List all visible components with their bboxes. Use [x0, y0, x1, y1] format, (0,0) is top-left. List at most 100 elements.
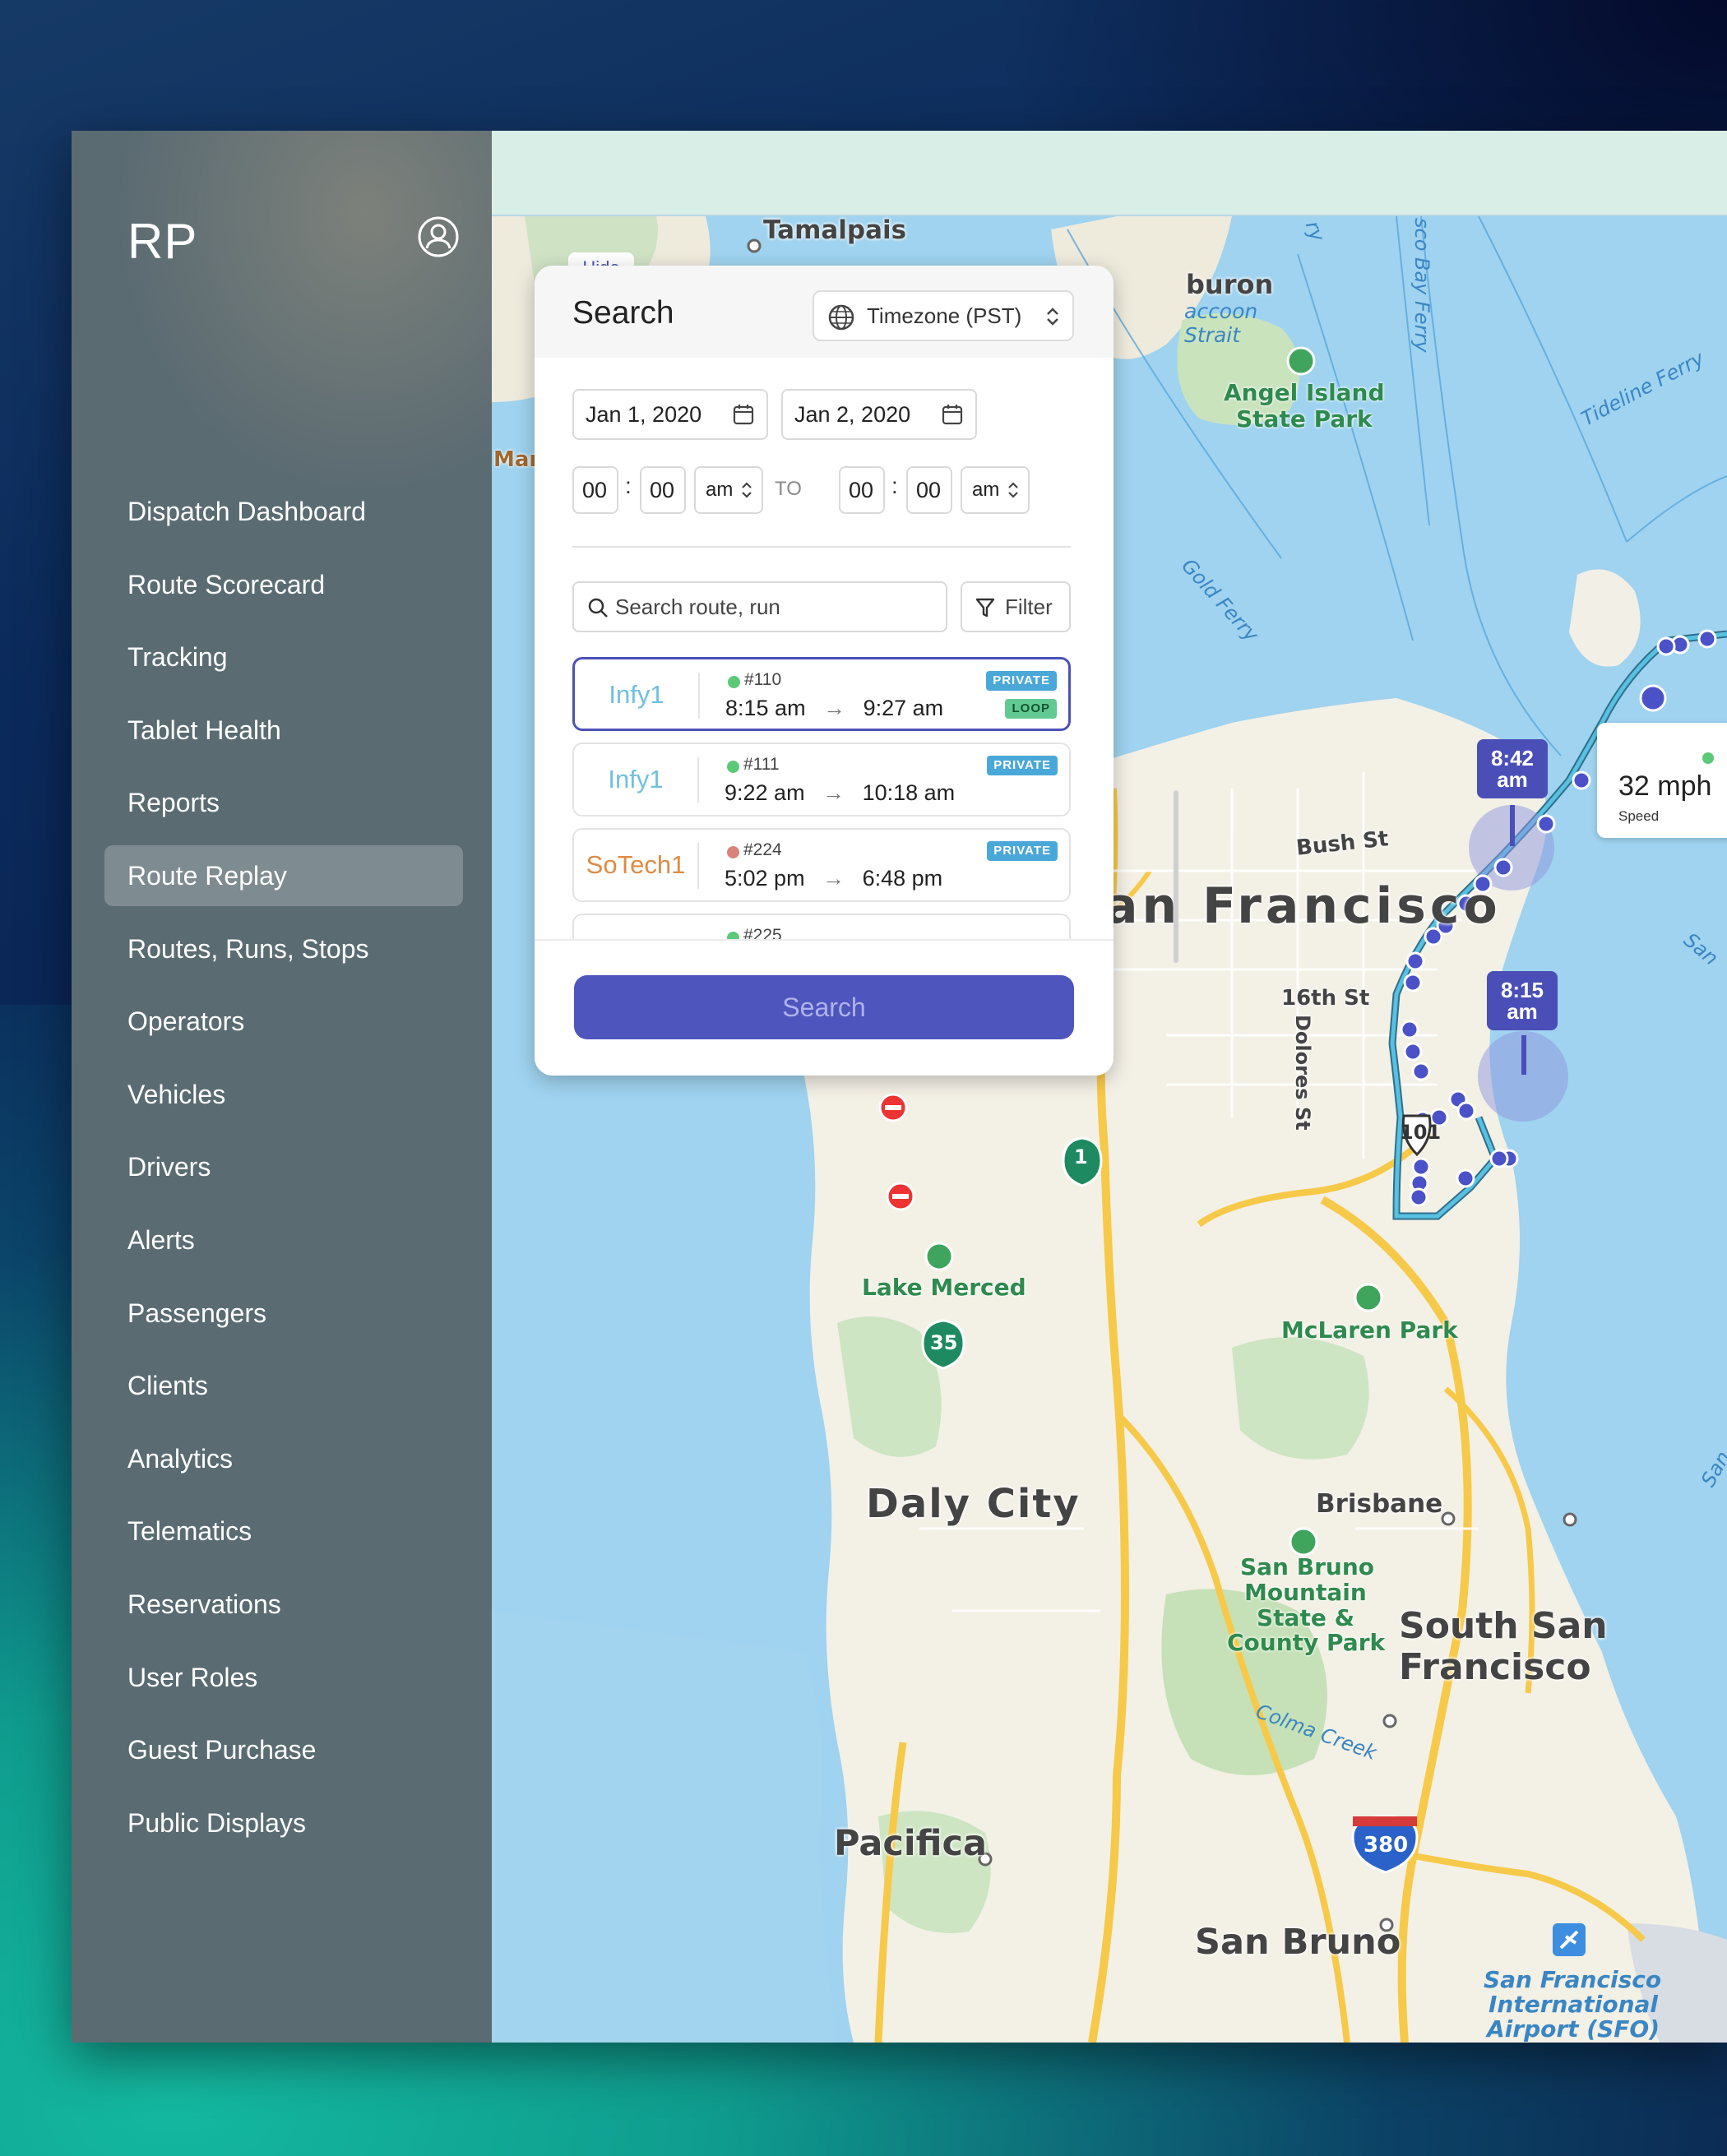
sidebar-item-operators[interactable]: Operators	[104, 991, 463, 1052]
route-end-time: 9:27 am	[863, 696, 944, 720]
chevron-updown-icon	[1047, 308, 1058, 326]
map-label-south-sf-1: South San	[1399, 1605, 1608, 1647]
sidebar-item-reservations[interactable]: Reservations	[104, 1574, 463, 1635]
route-card-separator	[698, 673, 700, 719]
route-name: SoTech1	[586, 850, 686, 879]
sidebar-item-label: Alerts	[127, 1224, 195, 1255]
sidebar-item-label: Dispatch Dashboard	[127, 497, 366, 526]
route-times: 8:15 am → 9:27 am	[725, 696, 943, 721]
map-label-16th-st: 16th St	[1281, 986, 1370, 1011]
map-label-tamalpais: Tamalpais	[763, 215, 907, 245]
sidebar-item-analytics[interactable]: Analytics	[104, 1428, 463, 1489]
sidebar-item-drivers[interactable]: Drivers	[104, 1136, 463, 1197]
speed-card: 32 mph Speed	[1597, 723, 1727, 838]
start-date-field[interactable]: Jan 1, 2020	[572, 389, 768, 440]
filter-button[interactable]: Filter	[961, 581, 1071, 632]
route-times: 5:02 pm → 6:48 pm	[725, 866, 942, 891]
interstate-380-shield: 380	[1364, 1833, 1409, 1858]
map-label-lake-merced: Lake Merced	[862, 1274, 1026, 1301]
map-label-san-francisco: an Francisco	[1104, 877, 1502, 935]
us-101-shield: 101	[1400, 1121, 1442, 1144]
filter-icon	[975, 598, 995, 618]
end-hour-value: 00	[849, 478, 874, 502]
start-minute-input[interactable]: 00	[640, 466, 686, 514]
highway-35-shield: 35	[930, 1331, 958, 1354]
sidebar-item-routes-runs-stops[interactable]: Routes, Runs, Stops	[104, 918, 463, 979]
map-label-san-bruno-mtn-2: Mountain	[1244, 1579, 1367, 1606]
route-list-item[interactable]: Infy1 #111 9:22 am → 10:18 am PRIVATE	[572, 743, 1071, 817]
sidebar-item-label: Drivers	[127, 1152, 211, 1182]
route-search-placeholder: Search route, run	[615, 595, 780, 619]
sidebar-item-vehicles[interactable]: Vehicles	[104, 1064, 463, 1125]
sidebar-item-public-displays[interactable]: Public Displays	[104, 1793, 463, 1853]
search-panel-title: Search	[572, 295, 674, 331]
sidebar-item-user-roles[interactable]: User Roles	[104, 1647, 463, 1708]
start-ampm-select[interactable]: am	[694, 466, 763, 514]
route-name: Infy1	[609, 680, 664, 709]
map-label-bay-ferry: sco Bay Ferry	[1410, 218, 1433, 353]
map-label-raccoon: accoon	[1184, 299, 1258, 323]
private-badge: PRIVATE	[986, 671, 1057, 691]
start-minute-value: 00	[650, 478, 675, 502]
sidebar-item-tracking[interactable]: Tracking	[104, 627, 463, 687]
end-ampm-select[interactable]: am	[961, 466, 1030, 514]
map-label-angel-island: Angel Island	[1224, 379, 1385, 406]
end-hour-input[interactable]: 00	[839, 466, 885, 514]
search-button[interactable]: Search	[574, 975, 1074, 1039]
sidebar-item-alerts[interactable]: Alerts	[104, 1210, 463, 1270]
vehicle-time-flag[interactable]: 8:15 am	[1487, 971, 1558, 1030]
search-panel-footer: Search	[535, 939, 1114, 1076]
sidebar-item-label: Tracking	[127, 642, 228, 673]
map-label-san-bruno-mtn-4: County Park	[1227, 1629, 1386, 1656]
map-label-state-park: State Park	[1236, 405, 1373, 433]
sidebar-item-passengers[interactable]: Passengers	[104, 1283, 463, 1344]
sidebar-item-label: Reservations	[127, 1589, 281, 1619]
map-label-pacifica: Pacifica	[834, 1823, 987, 1864]
sidebar-item-route-replay[interactable]: Route Replay	[104, 844, 463, 906]
sidebar-item-label: Analytics	[127, 1443, 234, 1474]
route-list-item[interactable]: Infy1 #110 8:15 am → 9:27 am PRIVATE LOO…	[572, 657, 1071, 731]
time-flag-ampm: am	[1497, 767, 1528, 792]
sidebar-item-route-scorecard[interactable]: Route Scorecard	[104, 554, 463, 615]
sidebar-item-label: User Roles	[127, 1662, 258, 1692]
sidebar-item-label: Reports	[127, 788, 220, 818]
route-list-item[interactable]: SoTech1 #224 5:02 pm → 6:48 pm PRIVATE	[572, 828, 1071, 902]
map-label-tiburon: buron	[1186, 269, 1274, 300]
chevron-updown-icon	[1008, 482, 1018, 498]
sidebar-item-label: Clients	[127, 1371, 208, 1401]
route-status-dot	[728, 676, 740, 688]
end-minute-input[interactable]: 00	[906, 466, 952, 514]
end-date-field[interactable]: Jan 2, 2020	[781, 389, 977, 440]
calendar-icon	[733, 405, 754, 425]
sidebar-item-tablet-health[interactable]: Tablet Health	[104, 700, 463, 761]
app-window: RP Dispatch Dashboard Route Scorecard Tr…	[72, 131, 1727, 2043]
map-label-sfo-1: San Francisco	[1484, 1966, 1662, 1993]
globe-icon	[828, 304, 854, 331]
sidebar-item-reports[interactable]: Reports	[104, 772, 463, 833]
sidebar-item-guest-purchase[interactable]: Guest Purchase	[104, 1719, 463, 1780]
route-card-separator	[697, 757, 699, 803]
private-badge: PRIVATE	[987, 841, 1058, 861]
vehicle-time-flag[interactable]: 8:42 am	[1477, 739, 1548, 798]
sidebar-item-label: Routes, Runs, Stops	[127, 933, 369, 964]
route-search-input[interactable]: Search route, run	[572, 581, 947, 632]
user-profile-icon[interactable]	[417, 215, 460, 258]
timezone-select[interactable]: Timezone (PST)	[813, 290, 1074, 341]
route-name: Infy1	[608, 765, 664, 793]
start-hour-input[interactable]: 00	[572, 466, 618, 514]
map-label-marin: Mar	[493, 447, 540, 472]
timezone-label: Timezone (PST)	[867, 303, 1022, 328]
search-icon	[588, 598, 608, 618]
end-date-value: Jan 2, 2020	[794, 402, 911, 427]
sidebar-item-clients[interactable]: Clients	[104, 1355, 463, 1416]
time-colon: :	[891, 473, 898, 498]
highway-1-shield: 1	[1074, 1145, 1088, 1168]
sidebar-item-telematics[interactable]: Telematics	[104, 1501, 463, 1561]
route-times: 9:22 am → 10:18 am	[725, 780, 955, 806]
route-list-scrollbar[interactable]	[1174, 790, 1178, 963]
sidebar-item-dispatch-dashboard[interactable]: Dispatch Dashboard	[104, 481, 463, 542]
map-label-dolores-st: Dolores St	[1291, 1015, 1314, 1131]
map-label-san-bruno-mtn-1: San Bruno	[1240, 1553, 1374, 1580]
loop-badge: LOOP	[1005, 699, 1057, 719]
sidebar-item-label: Telematics	[127, 1516, 252, 1547]
